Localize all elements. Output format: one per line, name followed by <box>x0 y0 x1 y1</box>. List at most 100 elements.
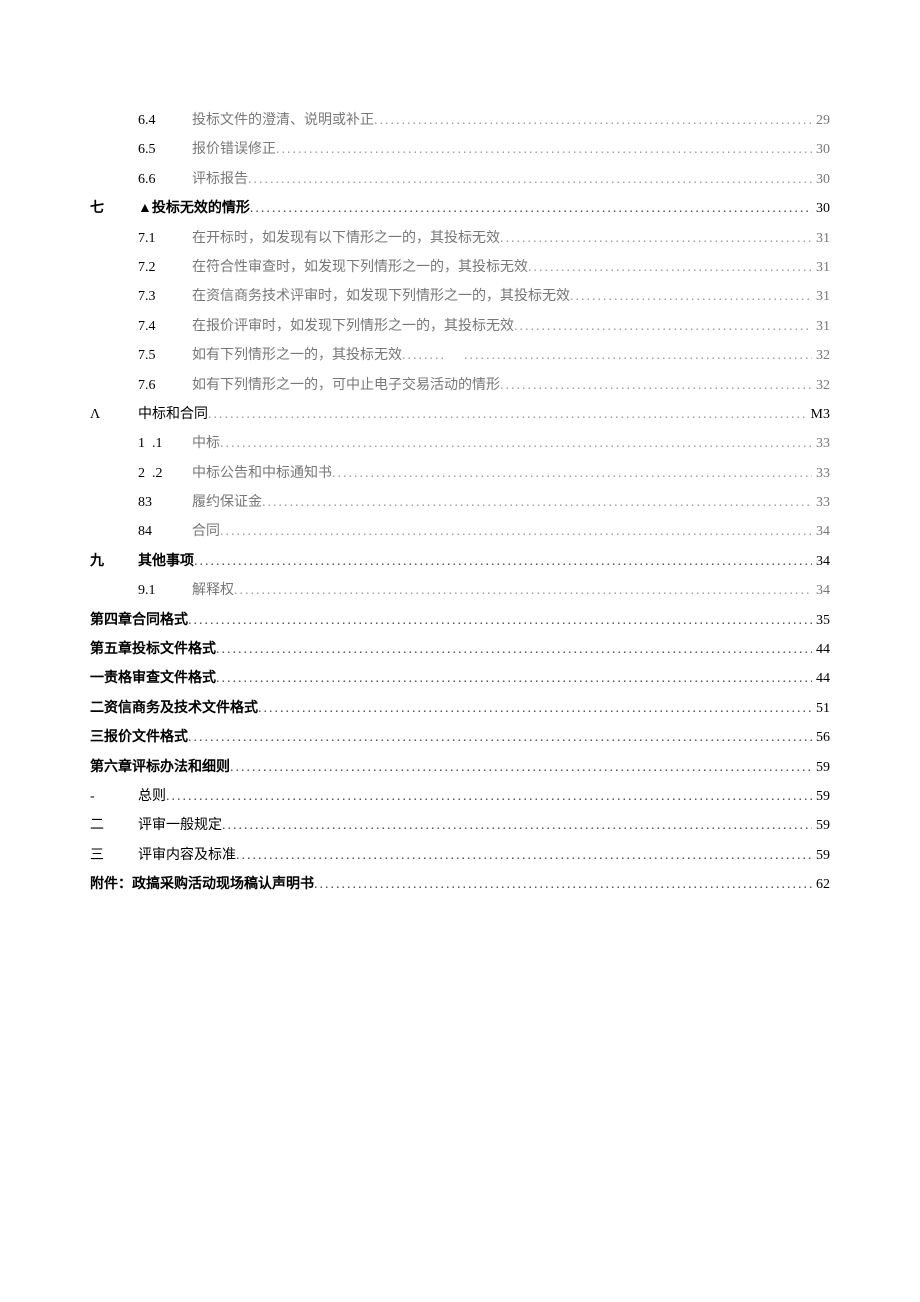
toc-title: ▲投标无效的情形 <box>138 198 250 220</box>
toc-leader-dots: ........................................… <box>332 463 812 485</box>
toc-number: 7.1 <box>138 228 192 250</box>
toc-chapter-title: 一责格审查文件格式 <box>90 668 216 690</box>
toc-leader-dots: ........................................… <box>188 727 812 749</box>
toc-number: 84 <box>138 521 192 543</box>
toc-number: 7.6 <box>138 375 192 397</box>
toc-leader-dots: ........................................… <box>276 139 812 161</box>
toc-number: 9.1 <box>138 580 192 602</box>
toc-chapter-title: 第五章投标文件格式 <box>90 639 216 661</box>
toc-section-number: 二 <box>90 815 138 837</box>
toc-page-number: 32 <box>812 375 830 397</box>
toc-section-number: 七 <box>90 198 138 220</box>
toc-leader-dots: ........................................… <box>402 345 812 367</box>
toc-entry: 七▲投标无效的情形...............................… <box>90 198 830 220</box>
table-of-contents: 6.4投标文件的澄清、说明或补正........................… <box>90 110 830 897</box>
toc-leader-dots: ........................................… <box>216 668 812 690</box>
toc-number: 7.2 <box>138 257 192 279</box>
toc-page-number: M3 <box>807 404 830 426</box>
toc-page-number: 33 <box>812 463 830 485</box>
toc-page-number: 35 <box>812 610 830 632</box>
toc-title: 在资信商务技术评审时，如发现下列情形之一的，其投标无效 <box>192 286 570 308</box>
toc-entry: 三评审内容及标准................................… <box>90 845 830 867</box>
toc-leader-dots: ........................................… <box>236 845 812 867</box>
toc-entry: 7.3在资信商务技术评审时，如发现下列情形之一的，其投标无效..........… <box>90 286 830 308</box>
toc-title: 其他事项 <box>138 551 194 573</box>
toc-title: 解释权 <box>192 580 234 602</box>
toc-entry: 9.1解释权..................................… <box>90 580 830 602</box>
toc-entry: 6.6评标报告.................................… <box>90 169 830 191</box>
toc-entry: 第六章评标办法和细则..............................… <box>90 757 830 779</box>
toc-page-number: 56 <box>812 727 830 749</box>
toc-entry: -总则.....................................… <box>90 786 830 808</box>
toc-title: 总则 <box>138 786 166 808</box>
toc-number: 6.5 <box>138 139 192 161</box>
toc-number: 2 .2 <box>138 463 192 485</box>
toc-chapter-title: 附件：政搞采购活动现场稿认声明书 <box>90 874 314 896</box>
toc-leader-dots: ........................................… <box>248 169 812 191</box>
toc-entry: 7.4在报价评审时，如发现下列情形之一的，其投标无效..............… <box>90 316 830 338</box>
toc-leader-dots: ........................................… <box>258 698 812 720</box>
toc-title: 履约保证金 <box>192 492 262 514</box>
toc-entry: 7.2在符合性审查时，如发现下列情形之一的，其投标无效.............… <box>90 257 830 279</box>
toc-chapter-title: 第六章评标办法和细则 <box>90 757 230 779</box>
toc-page-number: 34 <box>812 580 830 602</box>
toc-title: 报价错误修正 <box>192 139 276 161</box>
toc-entry: 7.6如有下列情形之一的，可中止电子交易活动的情形...............… <box>90 375 830 397</box>
toc-leader-dots: ........................................… <box>222 815 812 837</box>
toc-entry: Λ中标和合同..................................… <box>90 404 830 426</box>
toc-leader-dots: ........................................… <box>500 375 812 397</box>
toc-entry: 一责格审查文件格式...............................… <box>90 668 830 690</box>
toc-chapter-title: 第四章合同格式 <box>90 610 188 632</box>
toc-leader-dots: ........................................… <box>374 110 812 132</box>
toc-leader-dots: ........................................… <box>220 433 812 455</box>
toc-entry: 三报价文件格式.................................… <box>90 727 830 749</box>
toc-number: 7.3 <box>138 286 192 308</box>
toc-section-number: Λ <box>90 404 138 426</box>
toc-leader-dots: ........................................… <box>220 521 812 543</box>
toc-title: 在符合性审查时，如发现下列情形之一的，其投标无效 <box>192 257 528 279</box>
toc-entry: 7.5如有下列情形之一的，其投标无效......................… <box>90 345 830 367</box>
toc-entry: 第四章合同格式.................................… <box>90 610 830 632</box>
toc-page-number: 31 <box>812 286 830 308</box>
toc-title: 中标公告和中标通知书 <box>192 463 332 485</box>
toc-page-number: 31 <box>812 316 830 338</box>
toc-leader-dots: ........................................… <box>166 786 812 808</box>
toc-leader-dots: ........................................… <box>188 610 812 632</box>
toc-leader-dots: ........................................… <box>194 551 812 573</box>
toc-page-number: 59 <box>812 845 830 867</box>
toc-leader-dots: ........................................… <box>216 639 812 661</box>
toc-entry: 九其他事项...................................… <box>90 551 830 573</box>
toc-page-number: 31 <box>812 257 830 279</box>
toc-leader-dots: ........................................… <box>500 228 812 250</box>
toc-title: 中标和合同 <box>138 404 208 426</box>
toc-title: 评审内容及标准 <box>138 845 236 867</box>
toc-entry: 6.5报价错误修正...............................… <box>90 139 830 161</box>
toc-page-number: 32 <box>812 345 830 367</box>
toc-page-number: 51 <box>812 698 830 720</box>
toc-page-number: 44 <box>812 668 830 690</box>
toc-entry: 第五章投标文件格式...............................… <box>90 639 830 661</box>
toc-title: 中标 <box>192 433 220 455</box>
toc-page-number: 30 <box>812 198 830 220</box>
toc-title: 合同 <box>192 521 220 543</box>
toc-section-number: - <box>90 786 138 808</box>
toc-page-number: 44 <box>812 639 830 661</box>
toc-entry: 2 .2中标公告和中标通知书..........................… <box>90 463 830 485</box>
toc-title: 投标文件的澄清、说明或补正 <box>192 110 374 132</box>
toc-entry: 1 .1中标..................................… <box>90 433 830 455</box>
toc-title: 在开标时，如发现有以下情形之一的，其投标无效 <box>192 228 500 250</box>
toc-page-number: 59 <box>812 815 830 837</box>
toc-number: 7.5 <box>138 345 192 367</box>
toc-section-number: 九 <box>90 551 138 573</box>
toc-page-number: 59 <box>812 757 830 779</box>
toc-title: 如有下列情形之一的，可中止电子交易活动的情形 <box>192 375 500 397</box>
toc-leader-dots: ........................................… <box>262 492 812 514</box>
toc-leader-dots: ........................................… <box>234 580 812 602</box>
toc-page-number: 33 <box>812 433 830 455</box>
toc-page-number: 33 <box>812 492 830 514</box>
toc-entry: 84合同....................................… <box>90 521 830 543</box>
toc-chapter-title: 二资信商务及技术文件格式 <box>90 698 258 720</box>
toc-entry: 7.1在开标时，如发现有以下情形之一的，其投标无效...............… <box>90 228 830 250</box>
toc-leader-dots: ........................................… <box>528 257 812 279</box>
toc-leader-dots: ........................................… <box>570 286 812 308</box>
